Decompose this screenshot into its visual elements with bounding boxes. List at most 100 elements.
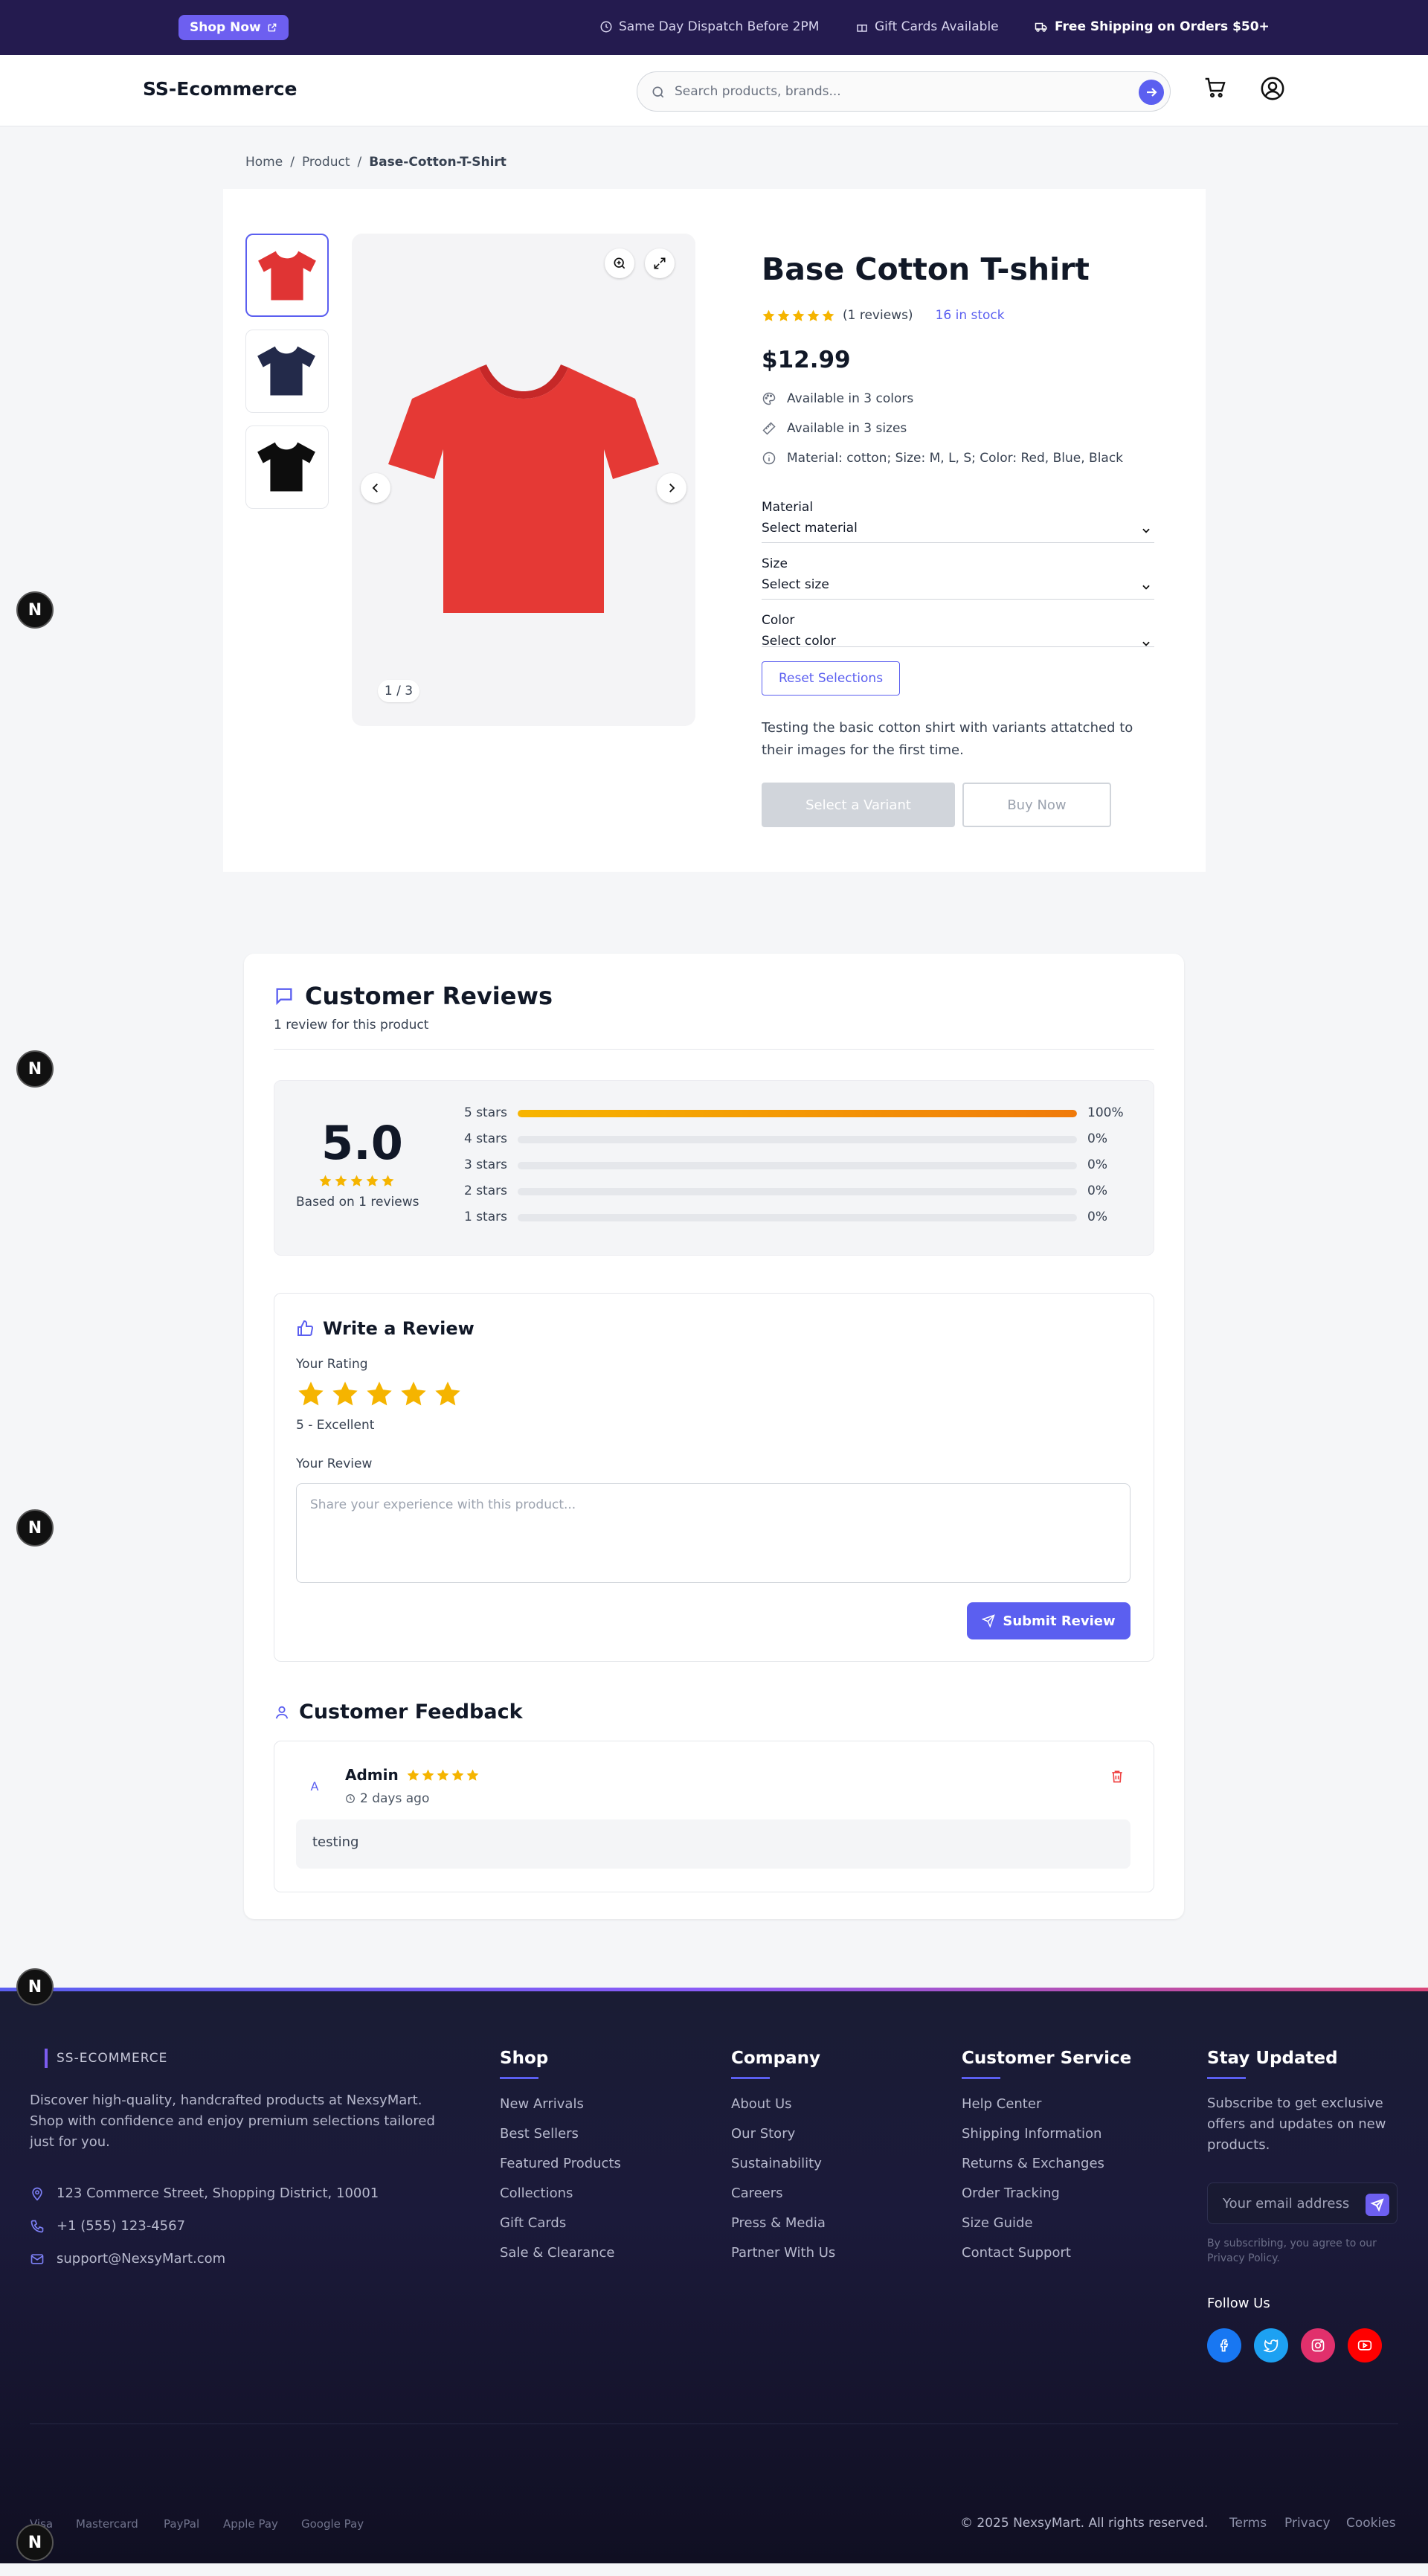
footer-link[interactable]: Sale & Clearance	[500, 2245, 615, 2261]
facebook-button[interactable]	[1207, 2328, 1241, 2363]
footer-link[interactable]: Gift Cards	[500, 2215, 566, 2231]
fullscreen-button[interactable]	[645, 248, 675, 278]
reset-selections-button[interactable]: Reset Selections	[762, 661, 900, 696]
promo-shipping-text: Free Shipping on Orders $50+	[1055, 19, 1270, 34]
thumbnail-black[interactable]	[245, 425, 329, 509]
star-icon[interactable]	[399, 1379, 428, 1409]
newsletter-submit-button[interactable]	[1366, 2194, 1389, 2216]
cookies-link[interactable]: Cookies	[1346, 2516, 1396, 2531]
rating-bar-percent: 100%	[1087, 1105, 1124, 1120]
privacy-link[interactable]: Privacy	[1284, 2516, 1331, 2531]
instagram-icon	[1310, 2338, 1325, 2353]
product-rating: (1 reviews) 16 in stock	[762, 308, 1005, 323]
black-tshirt-thumbnail-image	[257, 442, 315, 492]
color-select-value: Select color	[762, 634, 836, 647]
footer-link[interactable]: Press & Media	[731, 2215, 826, 2231]
send-icon	[982, 1614, 996, 1628]
newsletter-email-input[interactable]: Your email address	[1223, 2196, 1349, 2212]
delete-review-button[interactable]	[1110, 1769, 1125, 1784]
rating-input[interactable]	[296, 1379, 463, 1409]
footer-brand: SS-ECOMMERCE	[45, 2049, 167, 2068]
star-icon[interactable]	[296, 1379, 326, 1409]
promo-shipping: Free Shipping on Orders $50+	[1034, 19, 1270, 34]
instagram-button[interactable]	[1301, 2328, 1335, 2363]
footer-phone[interactable]: +1 (555) 123-4567	[30, 2218, 185, 2234]
review-textarea[interactable]: Share your experience with this product.…	[296, 1483, 1130, 1583]
promo-dispatch-text: Same Day Dispatch Before 2PM	[619, 19, 820, 34]
breadcrumb-product[interactable]: Product	[302, 155, 350, 170]
star-icon[interactable]	[364, 1379, 394, 1409]
search-submit-button[interactable]	[1139, 80, 1164, 105]
thumbnail-blue[interactable]	[245, 330, 329, 413]
youtube-button[interactable]	[1348, 2328, 1382, 2363]
buy-now-button[interactable]: Buy Now	[962, 783, 1111, 827]
site-footer	[0, 1988, 1428, 2563]
cart-icon[interactable]	[1203, 76, 1227, 100]
footer-link[interactable]: Size Guide	[962, 2215, 1033, 2231]
select-variant-button[interactable]: Select a Variant	[762, 783, 955, 827]
next-image-button[interactable]	[657, 473, 686, 503]
star-icon	[350, 1174, 364, 1188]
copyright: © 2025 NexsyMart. All rights reserved.	[960, 2516, 1209, 2531]
rating-bar-label: 5 stars	[463, 1105, 507, 1120]
footer-link[interactable]: New Arrivals	[500, 2096, 584, 2112]
footer-link[interactable]: Featured Products	[500, 2156, 621, 2171]
dev-tools-badge[interactable]: N	[16, 591, 54, 629]
footer-link[interactable]: Sustainability	[731, 2156, 822, 2171]
attribute-colors-text: Available in 3 colors	[787, 391, 914, 406]
footer-address-text: 123 Commerce Street, Shopping District, …	[57, 2185, 379, 2201]
footer-link[interactable]: About Us	[731, 2096, 792, 2112]
star-icon	[762, 309, 776, 323]
footer-link[interactable]: Help Center	[962, 2096, 1041, 2112]
feedback-time-text: 2 days ago	[360, 1791, 430, 1806]
star-icon	[365, 1174, 379, 1188]
footer-link[interactable]: Best Sellers	[500, 2126, 579, 2142]
zoom-button[interactable]	[605, 248, 634, 278]
previous-image-button[interactable]	[361, 473, 390, 503]
payment-method: PayPal	[164, 2517, 200, 2531]
footer-link[interactable]: Partner With Us	[731, 2245, 835, 2261]
rating-bar-row: 4 stars 0%	[446, 1130, 1130, 1148]
size-select[interactable]: Select size	[762, 577, 1154, 600]
star-icon	[821, 309, 835, 323]
submit-review-button[interactable]: Submit Review	[967, 1602, 1130, 1639]
site-logo[interactable]: SS-Ecommerce	[143, 78, 298, 100]
footer-brand-name: SS-ECOMMERCE	[57, 2051, 168, 2066]
user-account-icon[interactable]	[1260, 76, 1285, 101]
thumbnail-red[interactable]	[245, 234, 329, 317]
column-underline	[500, 2077, 538, 2079]
follow-us-title: Follow Us	[1207, 2296, 1270, 2311]
dev-tools-badge[interactable]: N	[16, 1968, 54, 2005]
star-icon[interactable]	[433, 1379, 463, 1409]
footer-link[interactable]: Collections	[500, 2185, 573, 2201]
material-select[interactable]: Select material	[762, 521, 1154, 543]
search-bar[interactable]: Search products, brands...	[637, 71, 1171, 112]
truck-icon	[1034, 20, 1049, 33]
footer-link[interactable]: Careers	[731, 2185, 783, 2201]
dev-tools-badge[interactable]: N	[16, 1050, 54, 1088]
footer-link[interactable]: Order Tracking	[962, 2185, 1060, 2201]
breadcrumb-current: Base-Cotton-T-Shirt	[369, 155, 506, 170]
dev-tools-badge[interactable]: N	[16, 2524, 54, 2561]
twitter-icon	[1264, 2338, 1279, 2353]
footer-link[interactable]: Shipping Information	[962, 2126, 1101, 2142]
chevron-down-icon	[1141, 525, 1151, 536]
twitter-button[interactable]	[1254, 2328, 1288, 2363]
footer-address: 123 Commerce Street, Shopping District, …	[30, 2185, 379, 2201]
search-input[interactable]: Search products, brands...	[675, 84, 841, 99]
footer-link[interactable]: Returns & Exchanges	[962, 2156, 1104, 2171]
shop-now-button[interactable]: Shop Now	[178, 15, 289, 40]
star-icon[interactable]	[330, 1379, 360, 1409]
footer-link[interactable]: Contact Support	[962, 2245, 1071, 2261]
color-select[interactable]: Select color	[762, 634, 1154, 647]
average-rating: 5.0	[321, 1116, 403, 1170]
thumbs-up-icon	[296, 1320, 314, 1337]
reviews-count[interactable]: (1 reviews)	[843, 308, 913, 323]
rating-bar-row: 1 stars 0%	[446, 1208, 1130, 1226]
footer-email[interactable]: support@NexsyMart.com	[30, 2251, 225, 2267]
terms-link[interactable]: Terms	[1229, 2516, 1267, 2531]
rating-bar-row: 2 stars 0%	[446, 1182, 1130, 1200]
footer-link[interactable]: Our Story	[731, 2126, 795, 2142]
dev-tools-badge[interactable]: N	[16, 1509, 54, 1546]
breadcrumb-home[interactable]: Home	[245, 155, 283, 170]
